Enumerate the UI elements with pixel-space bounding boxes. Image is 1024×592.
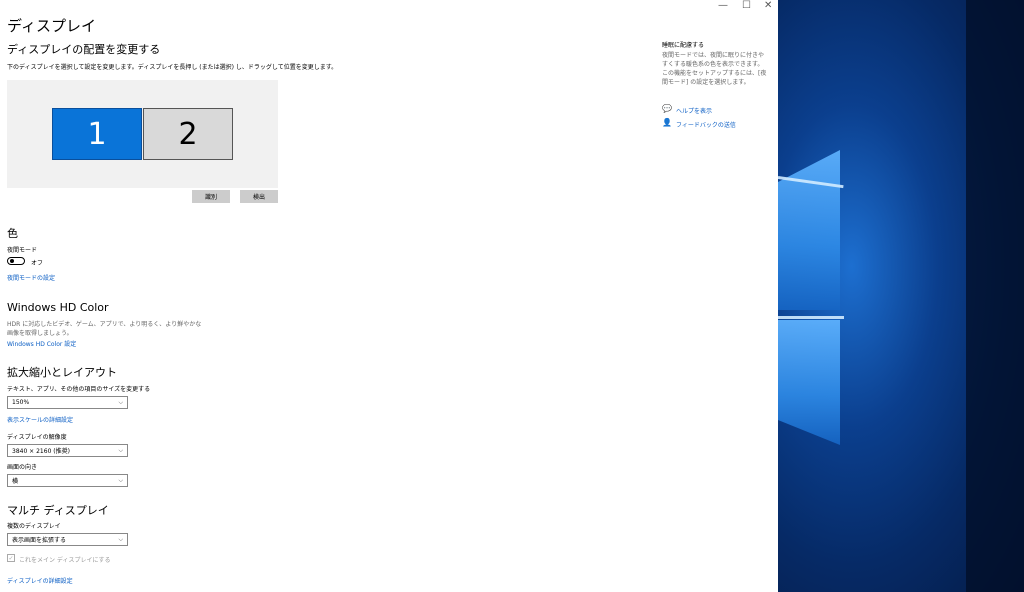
orientation-dropdown-value: 横 [12,478,19,485]
size-label: テキスト、アプリ、その他の項目のサイズを変更する [7,386,151,393]
detect-button[interactable]: 検出 [240,190,278,203]
night-light-state: オフ [31,260,44,267]
multiple-displays-label: 複数のディスプレイ [7,523,61,530]
monitor-2[interactable]: 2 [143,108,233,160]
hdr-description: HDR に対応したビデオ、ゲーム、アプリで、より明るく、より鮮やかな画像を取得し… [7,321,202,337]
chevron-down-icon: ⌵ [118,447,123,454]
night-light-toggle[interactable] [7,257,25,265]
resolution-dropdown[interactable]: 3840 × 2160 (推奨) ⌵ [7,444,128,457]
help-chat-icon: 💬 [662,104,672,113]
multiple-displays-dropdown-value: 表示画面を拡張する [12,537,67,544]
multiple-displays-dropdown[interactable]: 表示画面を拡張する ⌵ [7,533,128,546]
scale-dropdown-value: 150% [12,399,30,406]
monitor-1[interactable]: 1 [52,108,142,160]
chevron-down-icon: ⌵ [118,477,123,484]
window-logo-pane-top [778,150,840,310]
sidebar-heading: 睡眠に配慮する [662,42,705,49]
toggle-knob [10,259,14,263]
display-arrangement-area[interactable]: 1 2 [7,80,278,188]
scale-heading: 拡大縮小とレイアウト [7,366,117,379]
advanced-display-settings-link[interactable]: ディスプレイの詳細設定 [7,576,73,585]
orientation-label: 画面の向き [7,464,38,471]
night-light-label: 夜間モード [7,247,38,254]
multi-display-heading: マルチ ディスプレイ [7,504,109,517]
color-heading: 色 [7,227,18,240]
resolution-dropdown-value: 3840 × 2160 (推奨) [12,448,70,455]
help-link[interactable]: ヘルプを表示 [676,106,712,115]
sidebar-description: 夜間モードでは、夜間に眠りに付きやすくする暖色系の色を表示できます。この機能をセ… [662,52,767,86]
chevron-down-icon: ⌵ [118,536,123,543]
main-display-checkbox-label: これをメイン ディスプレイにする [19,557,111,564]
advanced-scaling-link[interactable]: 表示スケールの詳細設定 [7,415,73,424]
arrange-heading: ディスプレイの配置を変更する [7,43,161,56]
identify-button[interactable]: 識別 [192,190,230,203]
scale-dropdown[interactable]: 150% ⌵ [7,396,128,409]
night-light-settings-link[interactable]: 夜間モードの設定 [7,273,55,282]
feedback-person-icon: 👤 [662,118,672,127]
hdr-heading: Windows HD Color [7,301,109,314]
chevron-down-icon: ⌵ [118,399,123,406]
resolution-label: ディスプレイの解像度 [7,434,67,441]
feedback-link[interactable]: フィードバックの送信 [676,120,736,129]
checkmark-icon: ✓ [8,554,14,562]
orientation-dropdown[interactable]: 横 ⌵ [7,474,128,487]
minimize-button[interactable]: — [718,0,728,11]
light-beam [778,316,844,319]
wallpaper-shadow [966,0,1024,592]
page-title: ディスプレイ [7,17,96,35]
desktop-wallpaper [778,0,1024,592]
maximize-button[interactable]: ☐ [742,0,751,11]
main-display-checkbox[interactable]: ✓ [7,554,15,562]
arrange-instruction: 下のディスプレイを選択して設定を変更します。ディスプレイを長押し (または選択)… [7,64,338,71]
window-logo-pane-bottom [778,320,840,445]
hdr-settings-link[interactable]: Windows HD Color 設定 [7,339,76,348]
settings-window: — ☐ ✕ ディスプレイ ディスプレイの配置を変更する 下のディスプレイを選択し… [0,0,778,592]
close-button[interactable]: ✕ [764,0,772,11]
